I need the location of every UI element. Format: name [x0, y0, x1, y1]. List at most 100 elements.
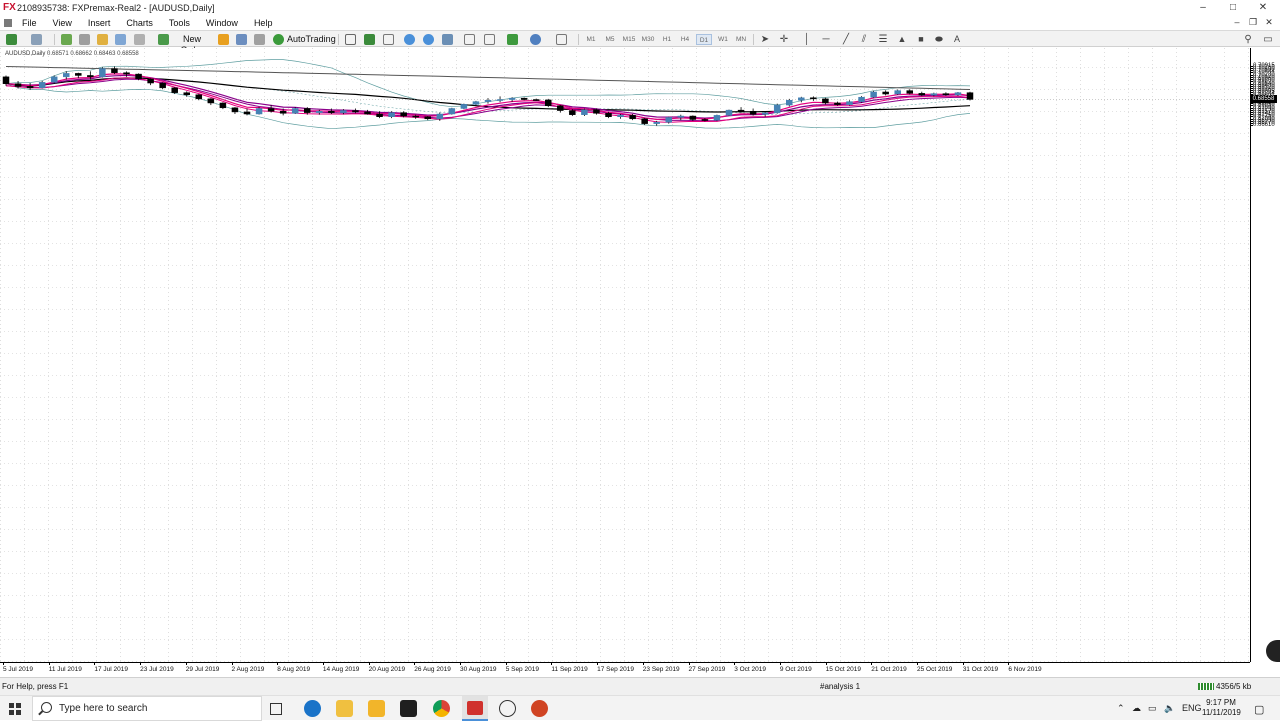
- candle-body: [111, 68, 118, 73]
- indicators-icon[interactable]: [507, 34, 518, 45]
- timeframe-w1[interactable]: W1: [715, 34, 731, 45]
- task-view-icon[interactable]: [270, 703, 282, 715]
- candle: [484, 98, 492, 104]
- tray-chevron-icon[interactable]: ⌃: [1117, 703, 1125, 714]
- candle-body: [858, 96, 865, 102]
- notifications-icon[interactable]: ▢: [1254, 703, 1264, 716]
- ellipse-icon[interactable]: ⬬: [933, 34, 945, 45]
- language-indicator[interactable]: ENG: [1182, 703, 1202, 713]
- new-order-icon[interactable]: [158, 34, 169, 45]
- candle: [810, 96, 817, 101]
- cursor-icon[interactable]: ➤: [760, 34, 770, 45]
- timeframe-h1[interactable]: H1: [659, 34, 675, 45]
- taskbar-search[interactable]: Type here to search: [32, 696, 262, 721]
- market-watch-icon[interactable]: [61, 34, 72, 45]
- text-tool-button[interactable]: A: [952, 34, 962, 45]
- menu-insert[interactable]: Insert: [80, 18, 119, 28]
- zoom-out-icon[interactable]: [423, 34, 434, 45]
- mdi-restore-button[interactable]: ❐: [1247, 15, 1259, 30]
- candle-body: [749, 110, 757, 115]
- volume-icon[interactable]: 🔈: [1164, 703, 1175, 714]
- menu-tools[interactable]: Tools: [161, 18, 198, 28]
- timeframe-m15[interactable]: M15: [621, 34, 637, 45]
- maximize-button[interactable]: □: [1218, 0, 1248, 15]
- channel-icon[interactable]: ⫽: [858, 34, 870, 45]
- timeframe-m1[interactable]: M1: [583, 34, 599, 45]
- tile-windows-icon[interactable]: [442, 34, 453, 45]
- profile-name[interactable]: #analysis 1: [820, 682, 860, 691]
- autotrading-icon[interactable]: [273, 34, 284, 45]
- candle-body: [773, 104, 781, 114]
- chat-icon[interactable]: ▭: [1262, 34, 1274, 45]
- shapes-icon[interactable]: ▲: [896, 34, 908, 45]
- menu-view[interactable]: View: [45, 18, 80, 28]
- metatrader-icon: [467, 701, 483, 715]
- timeframe-m30[interactable]: M30: [640, 34, 656, 45]
- clock[interactable]: 9:17 PM 11/11/2019: [1202, 698, 1241, 718]
- candle-body: [316, 110, 323, 113]
- autotrading-button[interactable]: AutoTrading: [287, 34, 336, 45]
- candle-body: [183, 92, 190, 95]
- profiles-icon[interactable]: [31, 34, 42, 45]
- trendline-icon[interactable]: ╱: [840, 34, 852, 45]
- templates-icon[interactable]: [556, 34, 567, 45]
- new-order-button[interactable]: New Order: [172, 34, 212, 55]
- candle-body: [412, 115, 419, 118]
- price-axis[interactable]: 0.70915 0.70760 0.70600 0.70444 0.70280 0.701…: [1250, 48, 1280, 662]
- network-icon[interactable]: ▭: [1148, 703, 1157, 714]
- powerpoint-icon[interactable]: [531, 700, 548, 717]
- mdi-close-button[interactable]: ✕: [1263, 15, 1275, 30]
- timeframe-m5[interactable]: M5: [602, 34, 618, 45]
- candle-body: [147, 78, 154, 84]
- minimize-button[interactable]: –: [1188, 0, 1218, 15]
- line-chart-icon[interactable]: [383, 34, 394, 45]
- vertical-line-icon[interactable]: │: [803, 34, 811, 45]
- timeframe-d1[interactable]: D1: [696, 34, 712, 45]
- menu-window[interactable]: Window: [198, 18, 246, 28]
- search-placeholder: Type here to search: [59, 703, 148, 714]
- candle: [545, 98, 552, 108]
- terminal-icon[interactable]: [115, 34, 126, 45]
- file-explorer-icon[interactable]: [336, 700, 353, 717]
- chart-window[interactable]: AUDUSD,Daily 0.68571 0.68662 0.68463 0.6…: [0, 48, 1280, 677]
- new-chart-icon[interactable]: [6, 34, 17, 45]
- candlesticks-icon[interactable]: [364, 34, 375, 45]
- horizontal-line-icon[interactable]: ─: [820, 34, 832, 45]
- timeframe-h4[interactable]: H4: [677, 34, 693, 45]
- close-button[interactable]: ✕: [1248, 0, 1278, 15]
- navigator-icon[interactable]: [97, 34, 108, 45]
- metaeditor-icon[interactable]: [218, 34, 229, 45]
- chrome-icon[interactable]: [433, 700, 450, 717]
- history-icon[interactable]: [254, 34, 265, 45]
- obs-icon[interactable]: [499, 700, 516, 717]
- menu-file[interactable]: File: [14, 18, 45, 28]
- metatrader-taskbar-item[interactable]: [462, 696, 488, 721]
- chart-window-icon[interactable]: [4, 18, 12, 27]
- chart-canvas[interactable]: [0, 48, 1250, 662]
- traffic-indicator: 4356/5 kb: [1216, 682, 1252, 691]
- candle: [532, 98, 540, 101]
- bar-chart-icon[interactable]: [345, 34, 356, 45]
- autoscroll-icon[interactable]: [484, 34, 495, 45]
- start-button-icon[interactable]: [9, 703, 21, 715]
- search-toolbar-icon[interactable]: ⚲: [1242, 34, 1254, 45]
- chart-shift-icon[interactable]: [464, 34, 475, 45]
- periodicity-icon[interactable]: [530, 34, 541, 45]
- signals-icon[interactable]: [236, 34, 247, 45]
- timeframe-mn[interactable]: MN: [733, 34, 749, 45]
- mail-icon[interactable]: [400, 700, 417, 717]
- edge-browser-icon[interactable]: [304, 700, 321, 717]
- date-axis[interactable]: 5 Jul 2019 11 Jul 2019 17 Jul 2019 23 Jul 2…: [0, 662, 1250, 677]
- rectangle-icon[interactable]: ■: [915, 34, 927, 45]
- menu-charts[interactable]: Charts: [118, 18, 161, 28]
- fibonacci-icon[interactable]: ☰: [877, 34, 889, 45]
- menu-help[interactable]: Help: [246, 18, 281, 28]
- store-icon[interactable]: [368, 700, 385, 717]
- tray-app-icon[interactable]: ☁: [1132, 703, 1141, 714]
- mdi-minimize-button[interactable]: –: [1231, 15, 1243, 30]
- data-window-icon[interactable]: [79, 34, 90, 45]
- strategy-tester-icon[interactable]: [134, 34, 145, 45]
- candle: [255, 107, 263, 115]
- zoom-in-icon[interactable]: [404, 34, 415, 45]
- crosshair-icon[interactable]: ✛: [778, 34, 790, 45]
